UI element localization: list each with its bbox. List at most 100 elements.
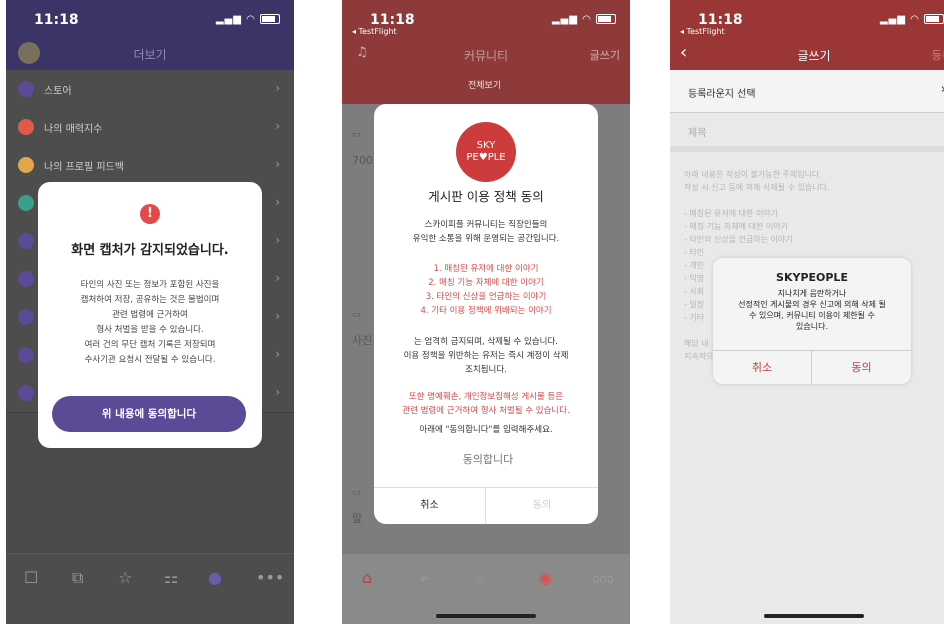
warning-line: 또한 명예훼손, 개인정보침해성 게시물 등은 [408, 392, 564, 402]
dialog-title: 게시판 이용 정책 동의 [428, 189, 544, 204]
lounge-selector[interactable]: 등록라운지 선택 › [670, 70, 944, 113]
agreement-input[interactable] [404, 452, 572, 467]
menu-item-label: 나의 매력지수 [44, 124, 103, 135]
battery-icon [260, 14, 280, 24]
chevron-right-icon: › [275, 81, 280, 95]
home-tab-icon[interactable]: ⌂ [362, 568, 372, 587]
back-to-testflight[interactable]: ◂ TestFlight [352, 27, 397, 36]
guide-line: - 타인의 신상을 언급하는 이야기 [684, 235, 793, 244]
chevron-right-icon: › [275, 233, 280, 247]
heart-icon [18, 81, 34, 97]
page-title: 글쓰기 [797, 49, 831, 63]
send-tab-icon[interactable]: ➢ [418, 568, 431, 587]
legal-warning: 또한 명예훼손, 개인정보침해성 게시물 등은 관련 법령에 근거하여 형사 처… [380, 390, 592, 418]
phone-icon [18, 271, 34, 287]
dialog-line: 타인의 사진 또는 정보가 포함된 사진을 [80, 280, 220, 290]
rule-item: 1. 매칭된 유저에 대한 이야기 [433, 264, 539, 274]
menu-item[interactable]: 나의 매력지수 › [6, 108, 294, 147]
status-time: 11:18 [34, 12, 79, 28]
chevron-right-icon: › [275, 309, 280, 323]
header: 11:18 ▂▄▆ ◠ 더보기 [6, 0, 294, 70]
rule-line: 조치됩니다. [465, 365, 507, 375]
dialog-line: 형사 처벌을 받을 수 있습니다. [96, 325, 204, 335]
phone-screen-community: 11:18 ◂ TestFlight ▂▄▆ ◠ ♫ 커뮤니티 글쓰기 전체보기… [342, 0, 630, 624]
guide-line: - 매칭된 유저에 대한 이야기 [684, 209, 779, 218]
home-indicator [436, 614, 536, 618]
status-time: 11:18 [370, 12, 415, 28]
page-title: 더보기 [133, 48, 167, 62]
more-tab-icon[interactable]: ooo [592, 572, 614, 586]
post-badge: ▭ [352, 488, 361, 498]
heart-tab-icon[interactable]: ● [208, 568, 222, 587]
clock-icon [18, 195, 34, 211]
status-icons: ▂▄▆ ◠ [216, 14, 280, 25]
chevron-right-icon: › [275, 347, 280, 361]
home-indicator [764, 614, 864, 618]
status-icons: ▂▄▆ ◠ [880, 14, 944, 25]
menu-item[interactable]: 스토어 › [6, 70, 294, 109]
star-icon [18, 119, 34, 135]
search-tab-icon[interactable]: ⌕ [476, 568, 485, 588]
chevron-right-icon: › [275, 385, 280, 399]
friends-icon [18, 309, 34, 325]
status-icons: ▂▄▆ ◠ [552, 14, 616, 25]
header: 11:18 ◂ TestFlight ▂▄▆ ◠ ‹ 글쓰기 등록 [670, 0, 944, 70]
status-time: 11:18 [698, 12, 743, 28]
cancel-button[interactable]: 취소 [713, 351, 812, 384]
rule-line: 는 엄격히 금지되며, 삭제될 수 있습니다. [413, 337, 559, 347]
message-line: 수 있으며, 커뮤니티 이용이 제한될 수 [749, 311, 875, 320]
more-tab-icon[interactable]: ••• [256, 568, 284, 587]
star-tab-icon[interactable]: ☆ [118, 568, 132, 587]
agree-button[interactable]: 위 내용에 동의합니다 [52, 396, 246, 432]
write-button[interactable]: 글쓰기 [590, 47, 620, 63]
cancel-button[interactable]: 취소 [374, 488, 486, 524]
post-title-fragment: 700 [352, 154, 373, 167]
chevron-right-icon: › [275, 195, 280, 209]
chevron-right-icon: › [275, 271, 280, 285]
guide-line: - 매칭 기능 자체에 대한 이야기 [684, 222, 788, 231]
menu-item-label: 스토어 [44, 86, 72, 97]
tab-all[interactable]: 전체보기 [468, 78, 501, 91]
lounge-label: 등록라운지 선택 [688, 89, 756, 100]
agree-button[interactable]: 동의 [812, 351, 911, 384]
content-alert-dialog: SKYPEOPLE 지나치게 음란하거나 선정적인 게시물의 경우 신고에 의해… [713, 258, 911, 384]
logo-text: PE♥PLE [466, 152, 506, 163]
home-tab-icon[interactable]: ☐ [24, 568, 38, 587]
battery-icon [596, 14, 616, 24]
dialog-message: 지나치게 음란하거나 선정적인 게시물의 경우 신고에 의해 삭제 될 수 있으… [721, 288, 903, 332]
message-line: 선정적인 게시물의 경우 신고에 의해 삭제 될 [738, 300, 886, 309]
cards-tab-icon[interactable]: ⧉ [72, 568, 83, 588]
logo-text: SKY [476, 140, 496, 151]
message-line: 지나치게 음란하거나 [777, 289, 847, 298]
dialog-line: 여러 건의 무단 캡처 기록은 저장되며 [84, 340, 216, 350]
skypeople-logo: SKY PE♥PLE [456, 122, 516, 182]
guide-line [684, 194, 944, 207]
intro-line: 유익한 소통을 위해 운영되는 공간입니다. [412, 234, 560, 244]
post-badge: ▭ [352, 310, 361, 320]
register-button[interactable]: 등록 [932, 47, 944, 63]
feedback-icon [18, 157, 34, 173]
dialog-line: 관련 법령에 근거하여 [112, 310, 188, 320]
chat-icon [18, 233, 34, 249]
dialog-buttons: 취소 동의 [374, 487, 598, 524]
chat-tab-icon[interactable]: ⚏ [164, 568, 178, 587]
chevron-right-icon: › [275, 157, 280, 171]
agree-button[interactable]: 동의 [486, 488, 598, 524]
tab-bar: ☐ ⧉ ☆ ⚏ ● ••• [6, 553, 294, 624]
page-title: 커뮤니티 [463, 49, 509, 63]
rule-item: 3. 타인의 신상을 언급하는 이야기 [425, 292, 547, 302]
back-to-testflight[interactable]: ◂ TestFlight [680, 27, 725, 36]
subject-input[interactable]: 제목 [688, 124, 706, 139]
record-tab-icon[interactable]: ◉ [538, 568, 552, 587]
rule-line: 이용 정책을 위반하는 유저는 즉시 계정이 삭제 [403, 351, 569, 361]
phone-screen-write: 11:18 ◂ TestFlight ▂▄▆ ◠ ‹ 글쓰기 등록 등록라운지 … [670, 0, 944, 624]
menu-item[interactable]: 나의 프로필 피드백 › [6, 146, 294, 185]
settings-icon [18, 385, 34, 401]
dialog-line: 캡처하여 저장, 공유하는 것은 불법이며 [80, 295, 220, 305]
warning-line: 관련 법령에 근거하여 형사 처벌될 수 있습니다. [402, 406, 570, 416]
header: 11:18 ◂ TestFlight ▂▄▆ ◠ ♫ 커뮤니티 글쓰기 전체보기 [342, 0, 630, 104]
divider [670, 146, 944, 152]
mail-icon [18, 347, 34, 363]
warning-icon: ! [140, 204, 160, 224]
guide-line: 아래 내용은 작성이 불가능한 주제입니다. [684, 170, 822, 179]
